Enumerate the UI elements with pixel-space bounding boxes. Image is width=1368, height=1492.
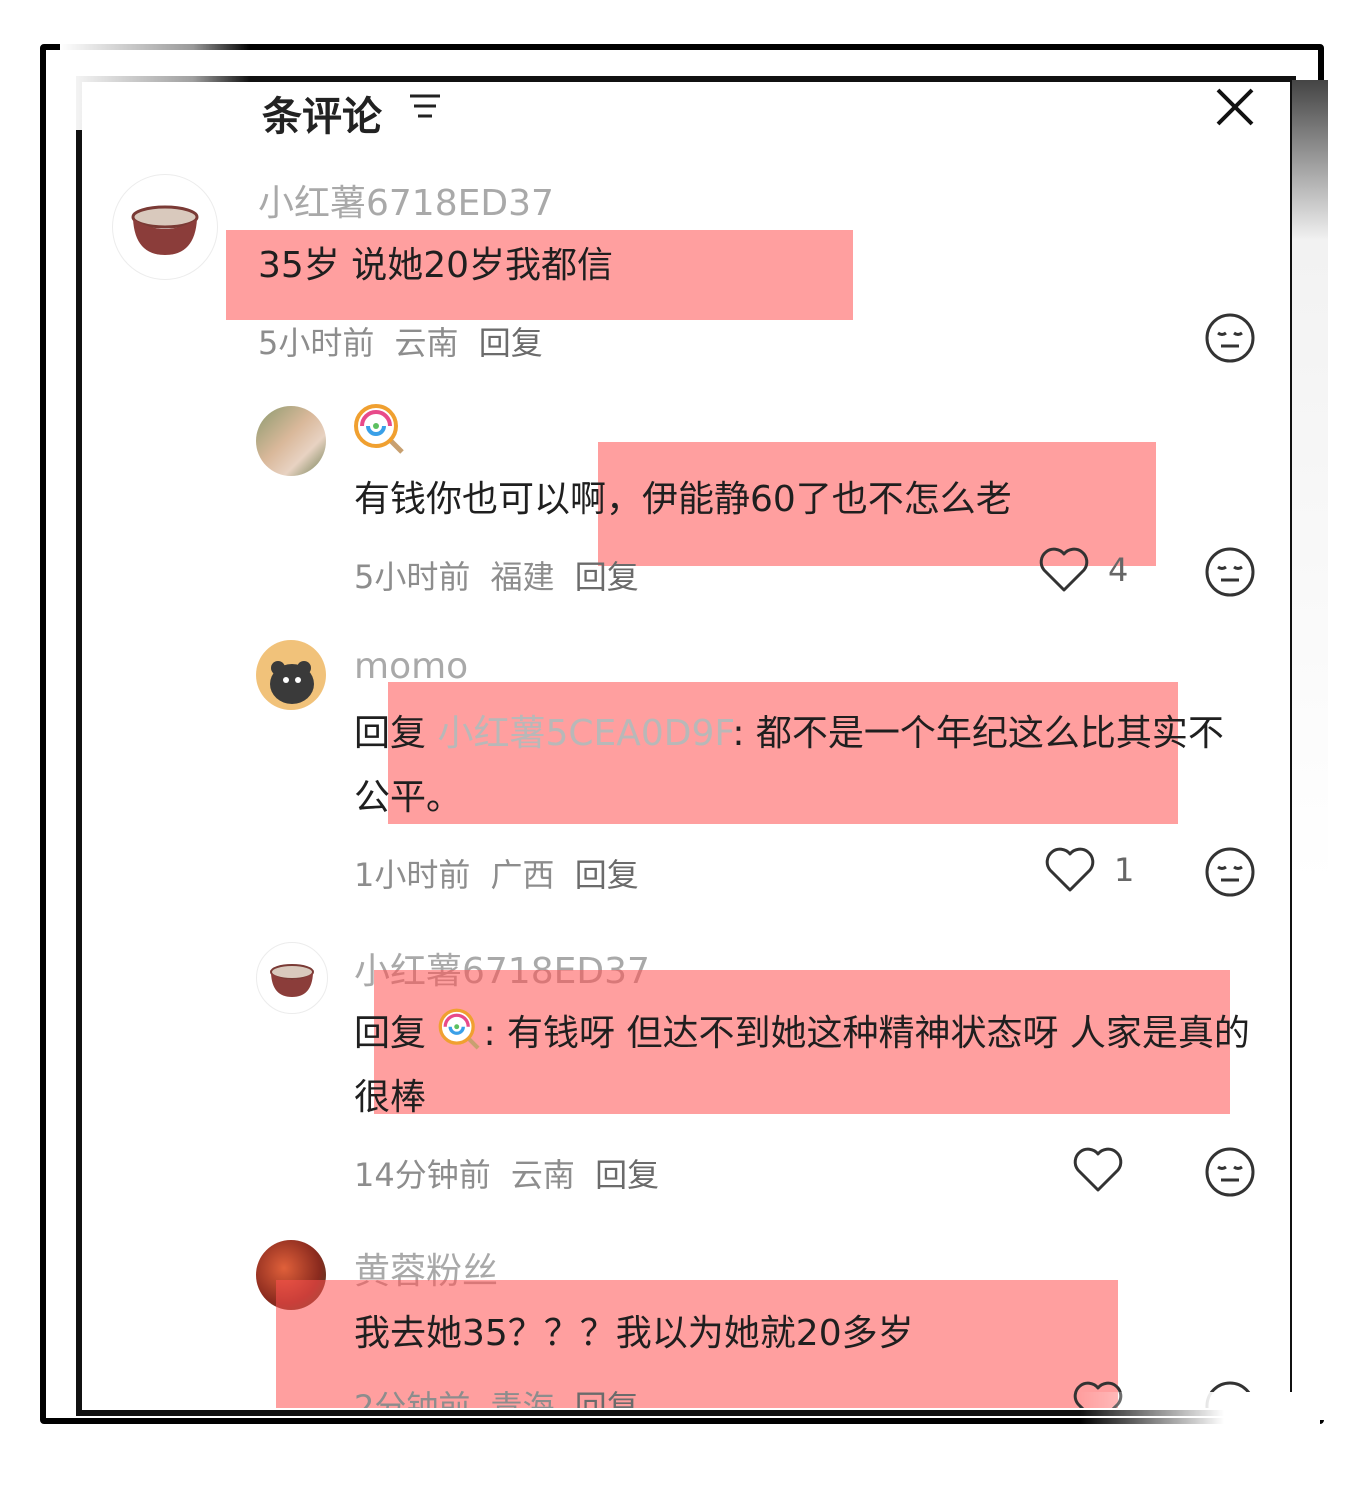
decorative-fade (1080, 1392, 1320, 1442)
comment-location: 云南 (510, 1156, 575, 1194)
comment-meta: 14分钟前 云南 回复 (354, 1150, 669, 1196)
reply-prefix: 回复 (354, 1013, 427, 1054)
emoji-reaction-icon[interactable] (1204, 312, 1256, 364)
comment-location: 青海 (490, 1388, 555, 1408)
reply-button[interactable]: 回复 (575, 1388, 639, 1408)
comment-text: 我去她35？？？我以为她就20多岁 (354, 1313, 914, 1354)
avatar[interactable] (256, 406, 326, 476)
like-count: 4 (1108, 551, 1129, 589)
heart-icon (1073, 1147, 1123, 1192)
emoji-reaction-icon[interactable] (1204, 846, 1256, 898)
sort-icon[interactable] (408, 92, 442, 120)
comment-text: 回复 小红薯5CEA0D9F: 都不是一个年纪这么比其实不公平。 (354, 702, 1254, 830)
comment-time: 14分钟前 (354, 1156, 491, 1194)
mention-link[interactable]: 小红薯5CEA0D9F (437, 713, 732, 754)
reply-button[interactable]: 回复 (479, 324, 543, 362)
comment-location: 福建 (490, 558, 555, 596)
comment-meta: 1小时前 广西 回复 (354, 850, 649, 896)
frame-shadow-right (1292, 80, 1328, 1420)
comment-time: 2分钟前 (354, 1388, 471, 1408)
avatar[interactable] (112, 174, 218, 280)
reply-prefix: 回复 (354, 713, 427, 754)
emoji-reaction-icon[interactable] (1204, 546, 1256, 598)
reply-body: : 有钱呀 但达不到她这种精神状态呀 人家是真的很棒 (354, 1013, 1250, 1118)
decorative-fade (60, 40, 250, 130)
avatar[interactable] (256, 640, 326, 710)
comments-panel: 条评论 小红薯6718ED37 35岁 说她20岁我都信 5小时前 云南 回复 (82, 82, 1290, 1408)
heart-icon (1039, 547, 1089, 592)
comment-text: 有钱你也可以啊，伊能静60了也不怎么老 (354, 479, 1012, 520)
comments-title: 条评论 (262, 94, 382, 140)
like-count: 1 (1114, 851, 1135, 889)
reply-button[interactable]: 回复 (575, 558, 639, 596)
comment-location: 云南 (394, 324, 459, 362)
comment-meta: 2分钟前 青海 回复 (354, 1382, 649, 1408)
like-button[interactable]: 4 (1038, 546, 1128, 594)
bowl-avatar-icon (270, 964, 314, 997)
comment-location: 广西 (490, 856, 555, 894)
comment-meta: 5小时前 云南 回复 (258, 318, 553, 364)
comment-text: 回复 : 有钱呀 但达不到她这种精神状态呀 人家是真的很棒 (354, 1002, 1254, 1130)
comment-text: 35岁 说她20岁我都信 (258, 245, 614, 286)
comment-time: 5小时前 (354, 558, 471, 596)
like-button[interactable]: 1 (1044, 846, 1134, 894)
comment-time: 1小时前 (354, 856, 471, 894)
reply-button[interactable]: 回复 (575, 856, 639, 894)
comment-time: 5小时前 (258, 324, 375, 362)
comment-username[interactable]: momo (354, 646, 468, 687)
bear-avatar-icon (270, 661, 314, 704)
emoji-reaction-icon[interactable] (1204, 1146, 1256, 1198)
lollipop-icon (354, 404, 404, 454)
bowl-avatar-icon (131, 205, 199, 255)
lollipop-icon[interactable] (437, 1007, 483, 1053)
avatar[interactable] (256, 942, 328, 1014)
reply-button[interactable]: 回复 (595, 1156, 659, 1194)
like-button[interactable] (1072, 1146, 1124, 1194)
comment-username[interactable]: 小红薯6718ED37 (258, 174, 554, 226)
close-icon[interactable] (1214, 86, 1256, 128)
comment-meta: 5小时前 福建 回复 (354, 552, 649, 598)
heart-icon (1045, 847, 1095, 892)
